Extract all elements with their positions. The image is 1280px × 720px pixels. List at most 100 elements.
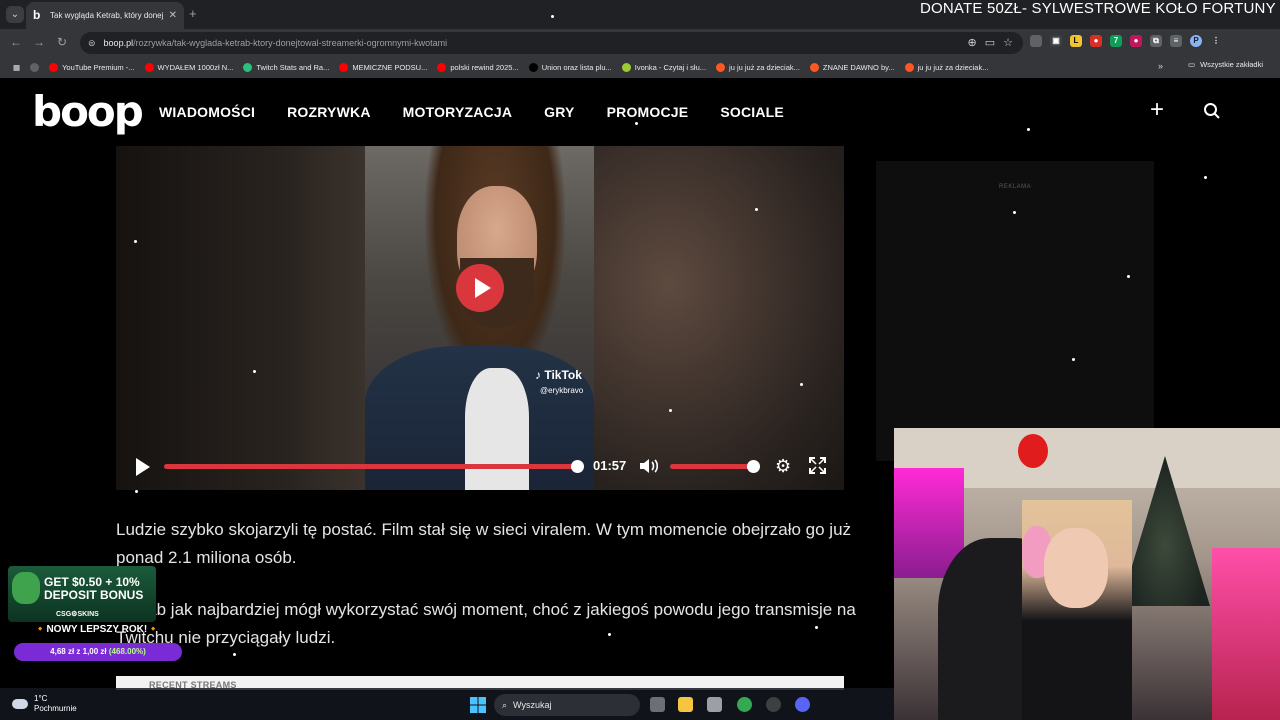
task-view-icon[interactable] [650,697,665,712]
bookmark-item[interactable]: ju ju już za dzieciak... [711,62,805,72]
active-tab[interactable]: b Tak wygląda Ketrab, który donej… ✕ [26,2,184,29]
extension-icon[interactable]: ▣ [1050,35,1062,47]
profile-avatar[interactable]: P [1190,35,1202,47]
store-icon[interactable] [707,697,722,712]
snowflake [1072,358,1075,361]
odds-percent: (468.00%) [108,647,146,656]
cast-icon[interactable]: ▭ [985,36,995,49]
fullscreen-icon[interactable] [809,457,826,474]
bookmark-item[interactable]: MEMICZNE PODSU... [334,62,432,72]
bookmark-label: polski rewind 2025... [450,62,519,72]
taskbar-search[interactable]: ⌕ Wyszukaj [494,694,640,716]
taskbar-search-placeholder: Wyszukaj [513,700,552,710]
volume-slider[interactable] [670,460,760,473]
url-text: boop.pl/rozrywka/tak-wyglada-ketrab-ktor… [104,38,448,48]
extension-icon[interactable]: L [1070,35,1082,47]
casino-subheadline: DEPOSIT BONUS [44,588,144,602]
discord-icon[interactable] [795,697,810,712]
site-info-icon[interactable]: ⊜ [88,38,96,49]
bookmark-star-icon[interactable]: ☆ [1003,36,1013,49]
promo-text: 🔸NOWY LEPSZY ROK!🔸 [34,624,160,635]
bookmark-item[interactable]: WYDAŁEM 1000zł N... [140,62,239,72]
gear-icon[interactable]: ⚙ [775,457,791,475]
bookmark-favicon-icon [904,62,914,72]
nav-wiadomosci[interactable]: WIADOMOŚCI [159,104,255,120]
article-paragraph: Ludzie szybko skojarzyli tę postać. Film… [116,520,852,567]
video-frame: ♪ TikTok @erykbravo [365,146,594,490]
progress-bar[interactable] [164,460,584,473]
tab-search-button[interactable]: ⌄ [6,6,24,23]
bookmark-label: ju ju już za dzieciak... [917,62,989,72]
extension-icon[interactable]: ● [1090,35,1102,47]
bookmark-item[interactable]: Ivonka - Czytaj i słu... [617,62,711,72]
bookmark-favicon-icon [30,62,40,72]
nav-promocje[interactable]: PROMOCJE [607,104,689,120]
bookmark-item[interactable]: polski rewind 2025... [432,62,523,72]
extension-icon[interactable]: 7 [1110,35,1122,47]
bookmark-label: ju ju już za dzieciak... [729,62,800,72]
boop-logo[interactable]: boop [32,87,144,136]
weather-widget[interactable]: 1°C Pochmurnie [12,694,77,714]
apps-icon[interactable]: ▦ [8,63,25,72]
tab-close-icon[interactable]: ✕ [169,10,177,21]
file-explorer-icon[interactable] [678,697,693,712]
bookmarks-overflow-button[interactable]: » [1158,61,1163,71]
new-tab-button[interactable]: + [189,6,197,21]
bookmark-item[interactable]: Twitch Stats and Ra... [238,62,334,72]
bookmark-shortcut[interactable] [25,62,44,72]
bookmark-favicon-icon [437,62,447,72]
tab-title: Tak wygląda Ketrab, który donej… [50,11,163,20]
zoom-icon[interactable]: ⊕ [968,36,977,49]
bookmark-favicon-icon [621,62,631,72]
windows-start-icon[interactable] [470,697,486,713]
reload-icon[interactable]: ↻ [57,35,67,49]
snowflake [233,653,236,656]
plus-icon[interactable]: + [1150,98,1164,122]
progress-knob[interactable] [571,460,584,473]
snowflake [1127,275,1130,278]
url-domain: boop.pl [103,38,134,48]
odds-pill: 4,68 zł z 1,00 zł (468.00%) [14,643,182,661]
browser-toolbar: ← → ↻ ⊜ boop.pl/rozrywka/tak-wyglada-ket… [0,29,1280,56]
mascot-icon [12,572,40,604]
ad-placeholder: REKLAMA [876,161,1154,461]
boop-favicon-icon: b [33,8,41,22]
play-button-large[interactable] [456,264,504,312]
chrome-icon[interactable] [737,697,752,712]
search-icon[interactable] [1203,102,1221,120]
bookmark-item[interactable]: ju ju już za dzieciak... [900,62,994,72]
search-icon: ⌕ [502,699,508,710]
odds-value: 4,68 zł z 1,00 zł [50,647,107,656]
volume-knob[interactable] [747,460,760,473]
bookmark-item[interactable]: Union oraz lista plu... [524,62,617,72]
bookmark-item[interactable]: ZNANE DAWNO by... [805,62,900,72]
video-controls: 01:57 ⚙ [116,452,844,490]
volume-icon[interactable] [639,458,661,474]
nav-rozrywka[interactable]: ROZRYWKA [287,104,371,120]
all-bookmarks-folder[interactable]: ▭ Wszystkie zakładki [1188,60,1263,69]
snowflake [135,490,138,493]
puzzle-icon[interactable]: ⧉ [1150,35,1162,47]
nav-gry[interactable]: GRY [544,104,574,120]
snowflake [755,208,758,211]
bookmark-item[interactable]: YouTube Premium -... [44,62,139,72]
snowflake [134,240,137,243]
play-icon[interactable] [136,458,150,476]
extension-icon[interactable]: ● [1130,35,1142,47]
extension-icon[interactable] [1030,35,1042,47]
address-bar[interactable]: ⊜ boop.pl/rozrywka/tak-wyglada-ketrab-kt… [80,32,1023,54]
snowflake [253,370,256,373]
nav-sociale[interactable]: SOCIALE [720,104,784,120]
snowflake [1013,211,1016,214]
reading-list-icon[interactable]: ≡ [1170,35,1182,47]
menu-icon[interactable]: ⋮ [1210,35,1222,47]
forward-icon[interactable]: → [33,35,45,49]
app-icon[interactable] [766,697,781,712]
nav-motoryzacja[interactable]: MOTORYZACJA [403,104,513,120]
back-icon[interactable]: ← [10,35,22,49]
bookmark-favicon-icon [716,62,726,72]
bookmark-favicon-icon [49,62,59,72]
cloud-icon [12,699,28,709]
bookmark-label: WYDAŁEM 1000zł N... [157,62,234,72]
video-player[interactable]: ♪ TikTok @erykbravo 01:57 ⚙ [116,146,844,490]
